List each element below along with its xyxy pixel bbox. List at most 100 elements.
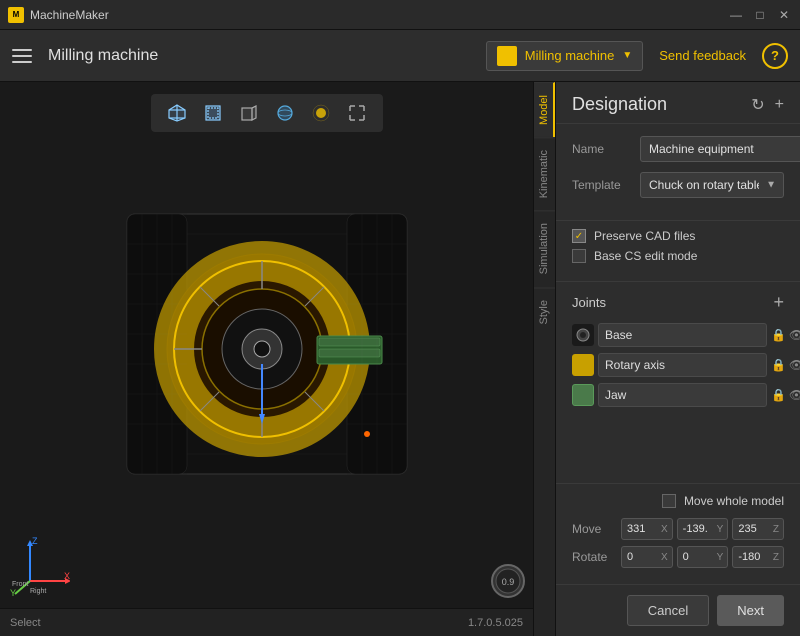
machine-model-svg [97, 184, 437, 504]
base-cs-label: Base CS edit mode [594, 249, 697, 263]
template-select[interactable]: Chuck on rotary table 3-axis mill 5-axis… [640, 172, 784, 198]
select-status: Select [10, 617, 41, 629]
help-button[interactable]: ? [762, 43, 788, 69]
template-row: Template Chuck on rotary table 3-axis mi… [572, 172, 784, 198]
move-whole-row: Move whole model [572, 494, 784, 508]
joint-icon-jaw [572, 384, 594, 406]
joints-add-button[interactable]: + [773, 292, 784, 313]
panel-actions: ↻ + [751, 95, 784, 115]
base-cs-row: Base CS edit mode [572, 249, 784, 263]
joint-actions-base: 🔒 👁 [771, 328, 800, 342]
name-input[interactable] [640, 136, 800, 162]
move-y-wrap: Y [677, 518, 729, 540]
rotate-row: Rotate X Y Z [572, 546, 784, 568]
joint-lock-jaw[interactable]: 🔒 [771, 388, 786, 402]
joint-visibility-jaw[interactable]: 👁 [789, 388, 800, 402]
rotate-z-input[interactable] [733, 547, 769, 567]
app-logo: M [8, 7, 24, 23]
move-z-input[interactable] [733, 519, 769, 539]
form-section: Name Template Chuck on rotary table 3-ax… [556, 124, 800, 221]
tab-model[interactable]: Model [534, 82, 555, 137]
move-inputs: X Y Z [621, 518, 784, 540]
template-label: Template [572, 178, 632, 192]
rz-axis-label: Z [769, 552, 783, 563]
move-whole-checkbox[interactable] [662, 494, 676, 508]
tab-simulation[interactable]: Simulation [534, 210, 555, 286]
preserve-cad-checkbox[interactable] [572, 229, 586, 243]
checkbox-section: Preserve CAD files Base CS edit mode [556, 221, 800, 282]
y-axis-label: Y [713, 524, 728, 535]
joint-row-base: 🔒 👁 [572, 323, 784, 347]
side-tabs: Model Kinematic Simulation Style [533, 82, 555, 636]
name-row: Name [572, 136, 784, 162]
close-button[interactable]: ✕ [776, 7, 792, 23]
joints-section: Joints + 🔒 👁 [556, 282, 800, 483]
rx-axis-label: X [657, 552, 672, 563]
move-y-input[interactable] [678, 519, 713, 539]
move-x-wrap: X [621, 518, 673, 540]
titlebar-left: M MachineMaker [8, 7, 109, 23]
joint-actions-jaw: 🔒 👁 — [771, 388, 800, 402]
joint-name-rotary[interactable] [598, 353, 767, 377]
joint-lock-base[interactable]: 🔒 [771, 328, 786, 342]
cancel-button[interactable]: Cancel [627, 595, 709, 626]
ry-axis-label: Y [713, 552, 728, 563]
maximize-button[interactable]: □ [752, 7, 768, 23]
joint-icon-rotary [572, 354, 594, 376]
minimize-button[interactable]: — [728, 7, 744, 23]
right-panel: Designation ↻ + Name Template Chuck on r… [555, 82, 800, 636]
titlebar: M MachineMaker — □ ✕ [0, 0, 800, 30]
joint-lock-rotary[interactable]: 🔒 [771, 358, 786, 372]
rotate-x-wrap: X [621, 546, 673, 568]
statusbar: Select 1.7.0.5.025 [0, 608, 533, 636]
refresh-button[interactable]: ↻ [751, 95, 764, 115]
titlebar-controls: — □ ✕ [728, 7, 792, 23]
joint-icon-base [572, 324, 594, 346]
rotate-z-wrap: Z [732, 546, 784, 568]
move-label: Move [572, 522, 617, 536]
svg-text:X: X [64, 571, 70, 581]
feedback-button[interactable]: Send feedback [659, 48, 746, 63]
name-label: Name [572, 142, 632, 156]
joint-name-jaw[interactable] [598, 383, 767, 407]
joint-actions-rotary: 🔒 👁 — [771, 358, 800, 372]
move-z-wrap: Z [732, 518, 784, 540]
panel-title: Designation [572, 94, 667, 115]
rotate-y-input[interactable] [678, 547, 713, 567]
panel-header: Designation ↻ + [556, 82, 800, 124]
menu-button[interactable] [12, 49, 32, 63]
svg-text:Y: Y [10, 588, 16, 596]
version-label: 1.7.0.5.025 [468, 617, 523, 629]
rotate-y-wrap: Y [677, 546, 729, 568]
machine-selector[interactable]: Milling machine ▼ [486, 41, 644, 71]
x-axis-label: X [657, 524, 672, 535]
next-button[interactable]: Next [717, 595, 784, 626]
viewport[interactable]: Z X Y Front Right 0.9 Select 1.7 [0, 82, 533, 636]
chevron-down-icon: ▼ [622, 50, 632, 61]
template-select-wrapper: Chuck on rotary table 3-axis mill 5-axis… [640, 172, 784, 198]
3d-scene[interactable] [0, 82, 533, 606]
add-button[interactable]: + [775, 96, 784, 114]
joint-row-jaw: 🔒 👁 — [572, 383, 784, 407]
move-x-input[interactable] [622, 519, 657, 539]
tab-kinematic[interactable]: Kinematic [534, 137, 555, 210]
preserve-cad-row: Preserve CAD files [572, 229, 784, 243]
joint-name-base[interactable] [598, 323, 767, 347]
base-cs-checkbox[interactable] [572, 249, 586, 263]
joint-visibility-base[interactable]: 👁 [789, 328, 800, 342]
machine-name: Milling machine [525, 48, 615, 63]
joints-title: Joints [572, 295, 606, 310]
svg-text:0.9: 0.9 [502, 577, 515, 587]
z-axis-label: Z [769, 524, 783, 535]
app-title: Milling machine [48, 47, 470, 65]
move-section: Move whole model Move X Y Z [556, 483, 800, 584]
joint-visibility-rotary[interactable]: 👁 [789, 358, 800, 372]
rotate-label: Rotate [572, 550, 617, 564]
machine-icon [497, 46, 517, 66]
main-toolbar: Milling machine Milling machine ▼ Send f… [0, 30, 800, 82]
rotate-x-input[interactable] [622, 547, 657, 567]
content-area: Z X Y Front Right 0.9 Select 1.7 [0, 82, 800, 636]
preserve-cad-label: Preserve CAD files [594, 229, 695, 243]
titlebar-app-name: MachineMaker [30, 8, 109, 22]
tab-style[interactable]: Style [534, 287, 555, 336]
